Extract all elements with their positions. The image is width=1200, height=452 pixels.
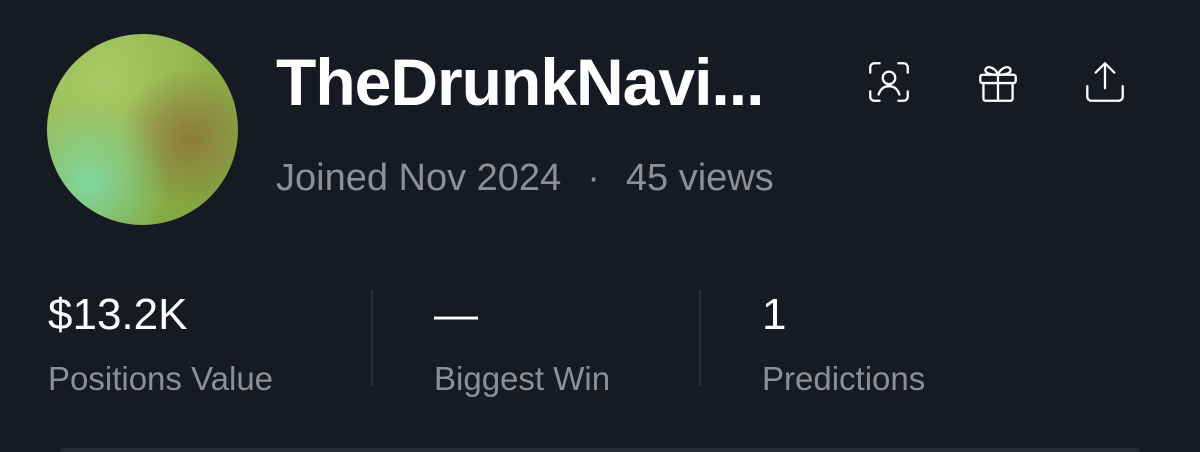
gift-icon xyxy=(979,66,1017,102)
stat-divider xyxy=(699,290,701,386)
profile-avatar xyxy=(47,34,238,225)
view-count: 45 views xyxy=(625,157,774,199)
share-button[interactable] xyxy=(1078,55,1132,109)
stat-label: Positions Value xyxy=(48,360,274,397)
stat-value: $13.2K xyxy=(48,290,188,339)
stat-label: Biggest Win xyxy=(434,360,611,397)
next-section-edge xyxy=(60,448,1140,452)
verify-button[interactable] xyxy=(862,55,916,109)
profile-username: TheDrunkNavi... xyxy=(276,45,764,119)
stat-divider xyxy=(371,290,373,386)
stat-label: Predictions xyxy=(762,360,926,397)
share-icon xyxy=(1086,62,1124,102)
face-scan-icon xyxy=(869,62,909,102)
stat-predictions: 1 Predictions xyxy=(762,285,925,401)
gift-button[interactable] xyxy=(971,55,1025,109)
meta-separator: · xyxy=(587,157,600,199)
joined-date: Joined Nov 2024 xyxy=(276,157,562,199)
stat-positions-value: $13.2K Positions Value xyxy=(48,285,273,401)
stat-value: 1 xyxy=(762,290,787,339)
profile-meta: Joined Nov 2024 · 45 views xyxy=(276,152,774,204)
stat-value: — xyxy=(434,290,478,339)
stat-biggest-win: — Biggest Win xyxy=(434,285,610,401)
